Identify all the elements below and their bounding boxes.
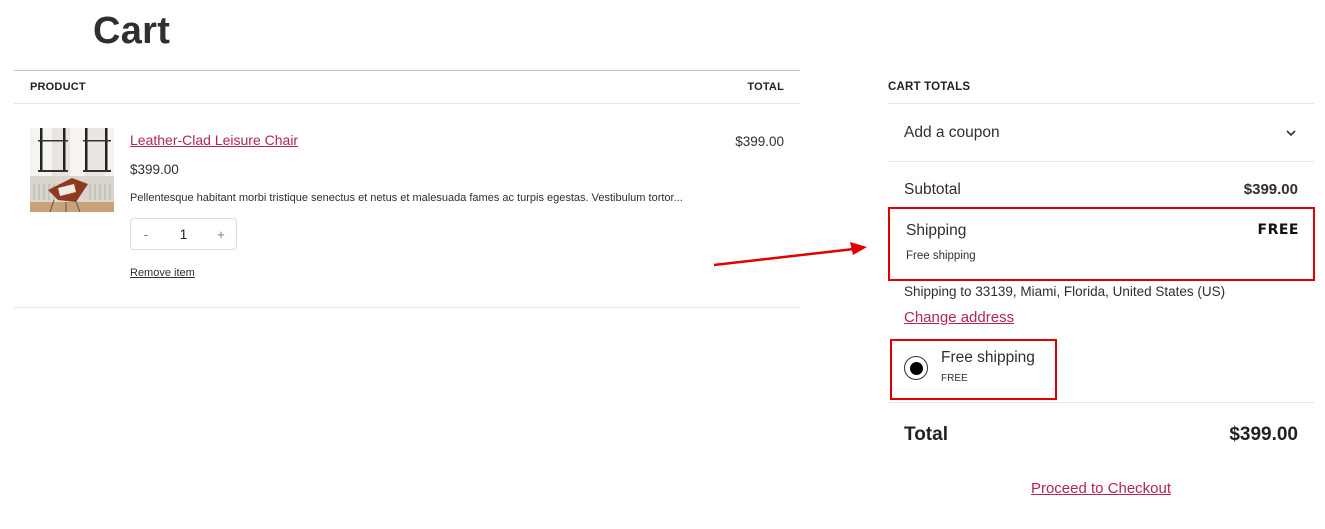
line-total: $399.00	[735, 134, 784, 149]
chair-photo-icon	[30, 128, 114, 212]
shipping-rate-option[interactable]: Free shipping FREE	[890, 339, 1057, 400]
shipping-method-name: Free shipping	[906, 250, 976, 262]
cart-totals-heading: CART TOTALS	[888, 70, 1314, 104]
product-description: Pellentesque habitant morbi tristique se…	[130, 192, 683, 204]
cart-items-table: PRODUCT TOTAL Leather-Clad Leisure Chair…	[14, 70, 800, 308]
add-coupon-toggle[interactable]: Add a coupon	[888, 104, 1314, 162]
increase-quantity-button[interactable]: +	[216, 227, 226, 242]
product-unit-price: $399.00	[130, 162, 179, 177]
subtotal-row: Subtotal $399.00	[888, 181, 1314, 199]
annotation-arrow-icon	[713, 242, 867, 267]
radio-selected-dot	[909, 361, 923, 375]
cart-table-header: PRODUCT TOTAL	[14, 70, 800, 104]
cart-totals-panel: CART TOTALS Add a coupon Subtotal $399.0…	[888, 70, 1315, 497]
shipping-label: Shipping	[906, 222, 967, 239]
remove-item-link[interactable]: Remove item	[130, 267, 195, 279]
page-title: Cart	[93, 10, 171, 52]
subtotal-label: Subtotal	[904, 181, 961, 198]
total-column-header: TOTAL	[747, 81, 784, 93]
subtotal-value: $399.00	[1243, 181, 1298, 198]
total-row: Total $399.00	[904, 424, 1298, 446]
quantity-input[interactable]: 1	[180, 227, 188, 242]
shipping-destination: Shipping to 33139, Miami, Florida, Unite…	[904, 284, 1226, 299]
product-column-header: PRODUCT	[30, 81, 86, 93]
shipping-rate-price: FREE	[941, 373, 968, 384]
proceed-to-checkout-link[interactable]: Proceed to Checkout	[1031, 480, 1171, 497]
shipping-rate-name: Free shipping	[941, 349, 1035, 366]
change-address-link[interactable]: Change address	[904, 309, 1014, 326]
product-name-link[interactable]: Leather-Clad Leisure Chair	[130, 132, 298, 148]
total-label: Total	[904, 424, 948, 445]
shipping-value: FREE	[1257, 222, 1299, 238]
shipping-highlight-box: Shipping FREE Free shipping	[888, 207, 1315, 281]
total-value: $399.00	[1229, 424, 1298, 445]
quantity-stepper: - 1 +	[130, 218, 237, 250]
shipping-rate-radio[interactable]	[904, 356, 928, 380]
product-image[interactable]	[30, 128, 114, 212]
add-coupon-label: Add a coupon	[904, 123, 1000, 141]
totals-divider	[888, 402, 1314, 403]
cart-item-row: Leather-Clad Leisure Chair $399.00 Pelle…	[14, 104, 800, 308]
decrease-quantity-button[interactable]: -	[141, 227, 151, 242]
chevron-down-icon	[1286, 129, 1296, 136]
checkout-container: Proceed to Checkout	[888, 480, 1314, 497]
